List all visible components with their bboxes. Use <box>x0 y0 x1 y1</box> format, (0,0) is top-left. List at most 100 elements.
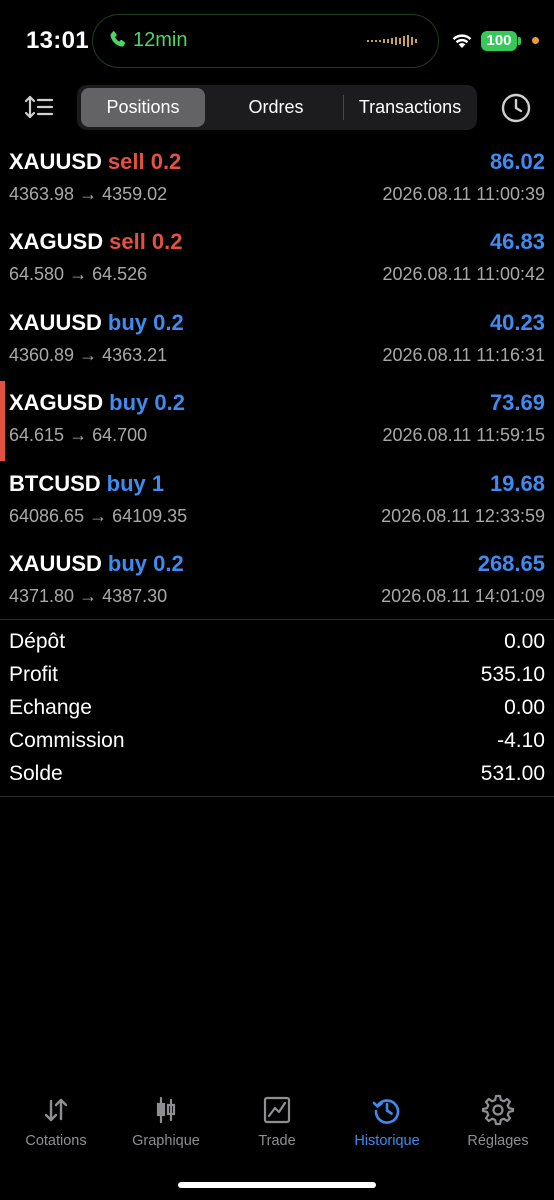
trade-direction: buy 0.2 <box>109 390 185 416</box>
status-bar: 13:01 12min 100 <box>0 0 554 80</box>
summary-row-depot: Dépôt 0.00 <box>0 626 554 659</box>
open-price: 64086.65 <box>9 505 85 526</box>
summary-label: Echange <box>9 696 92 719</box>
divider <box>0 796 554 797</box>
trade-datetime: 2026.08.11 11:00:42 <box>382 264 545 285</box>
summary-label: Solde <box>9 762 63 785</box>
summary-label: Dépôt <box>9 630 66 653</box>
clock-icon[interactable] <box>500 92 532 124</box>
arrow-glyph: → <box>79 585 98 606</box>
tab-label: Historique <box>354 1133 420 1149</box>
tab-graphique[interactable]: Graphique <box>111 1088 221 1149</box>
trade-profit: 86.02 <box>489 149 545 174</box>
summary-row-solde: Solde 531.00 <box>0 758 554 791</box>
battery-indicator: 100 <box>481 31 517 51</box>
audio-waveform-icon <box>367 35 417 47</box>
trade-row[interactable]: XAUUSD buy 0.2 40.23 4360.89 → 4363.21 20… <box>0 301 554 381</box>
trade-row[interactable]: XAGUSD buy 0.2 73.69 64.615 → 64.700 2026… <box>0 381 554 462</box>
trade-direction: sell 0.2 <box>109 229 183 255</box>
privacy-indicator-dot <box>532 37 539 44</box>
open-price: 64.615 <box>9 425 65 446</box>
trade-title: XAGUSD sell 0.2 <box>9 229 183 255</box>
close-price: 4359.02 <box>102 184 168 204</box>
trade-prices: 4360.89 → 4363.21 <box>9 345 167 366</box>
trade-prices: 4371.80 → 4387.30 <box>9 586 167 607</box>
tab-reglages[interactable]: Réglages <box>443 1088 553 1149</box>
trade-profit: 73.69 <box>489 390 545 416</box>
arrow-glyph: → <box>79 184 98 204</box>
arrow-glyph: → <box>79 344 98 365</box>
trade-symbol: XAGUSD <box>9 390 104 416</box>
close-price: 4363.21 <box>102 344 168 365</box>
trade-title: XAGUSD buy 0.2 <box>9 390 185 416</box>
tab-label: Trade <box>258 1133 296 1149</box>
trade-symbol: XAUUSD <box>9 309 102 335</box>
trade-list: XAUUSD sell 0.2 86.02 4363.98 → 4359.02 2… <box>0 140 554 622</box>
trade-profit: 46.83 <box>489 229 545 255</box>
trade-datetime: 2026.08.11 11:00:39 <box>382 184 545 204</box>
trade-title: XAUUSD sell 0.2 <box>9 149 181 175</box>
open-price: 4363.98 <box>9 184 75 204</box>
trade-row[interactable]: XAGUSD sell 0.2 46.83 64.580 → 64.526 202… <box>0 220 554 300</box>
trade-direction: buy 0.2 <box>107 550 184 576</box>
trade-datetime: 2026.08.11 11:16:31 <box>382 344 545 365</box>
status-time: 13:01 <box>26 27 89 54</box>
tab-label: Réglages <box>467 1133 529 1149</box>
arrow-glyph: → <box>69 425 88 446</box>
app-screen: 13:01 12min 100 Positions Ordres Transac… <box>0 0 554 1200</box>
wifi-icon <box>452 34 472 48</box>
trade-prices: 64.615 → 64.700 <box>9 425 147 446</box>
close-price: 64109.35 <box>112 505 188 526</box>
tab-transactions[interactable]: Transactions <box>345 88 475 127</box>
summary-row-profit: Profit 535.10 <box>0 659 554 692</box>
segment-divider <box>343 95 344 120</box>
trade-title: XAUUSD buy 0.2 <box>9 551 184 577</box>
summary-value: 0.00 <box>504 630 545 653</box>
call-duration: 12min <box>133 29 188 51</box>
tab-label: Graphique <box>132 1133 200 1149</box>
trade-direction: sell 0.2 <box>107 149 182 174</box>
trade-symbol: BTCUSD <box>9 470 101 496</box>
arrows-updown-icon <box>44 1098 68 1122</box>
trade-direction: buy 0.2 <box>107 309 184 335</box>
summary-value: 531.00 <box>480 762 545 785</box>
summary-value: -4.10 <box>497 729 545 752</box>
trade-prices: 4363.98 → 4359.02 <box>9 184 167 205</box>
trade-chart-icon <box>263 1096 291 1124</box>
tab-historique[interactable]: Historique <box>332 1088 442 1149</box>
open-price: 4360.89 <box>9 344 75 365</box>
tab-ordres[interactable]: Ordres <box>211 88 341 127</box>
trade-prices: 64086.65 → 64109.35 <box>9 506 187 527</box>
battery-tip <box>518 37 521 45</box>
arrow-glyph: → <box>69 264 88 285</box>
tab-positions[interactable]: Positions <box>81 88 205 127</box>
home-indicator[interactable] <box>178 1182 376 1188</box>
trade-profit: 268.65 <box>477 550 545 576</box>
trade-datetime: 2026.08.11 12:33:59 <box>381 505 545 526</box>
selected-row-marker <box>0 381 5 462</box>
summary-row-commission: Commission -4.10 <box>0 725 554 758</box>
history-icon <box>372 1099 400 1124</box>
arrow-glyph: → <box>89 505 108 526</box>
tab-trade[interactable]: Trade <box>222 1088 332 1149</box>
call-indicator[interactable]: 12min <box>92 14 439 68</box>
trade-datetime: 2026.08.11 11:59:15 <box>382 425 545 446</box>
trade-symbol: XAGUSD <box>9 229 104 255</box>
sort-icon[interactable] <box>24 94 54 120</box>
summary-value: 0.00 <box>504 696 545 719</box>
trade-prices: 64.580 → 64.526 <box>9 264 147 285</box>
trade-row[interactable]: BTCUSD buy 1 19.68 64086.65 → 64109.35 20… <box>0 462 554 542</box>
gear-icon <box>482 1094 514 1126</box>
account-summary: Dépôt 0.00 Profit 535.10 Echange 0.00 Co… <box>0 626 554 791</box>
tab-label: Cotations <box>25 1133 87 1149</box>
open-price: 4371.80 <box>9 585 75 606</box>
trade-row[interactable]: XAUUSD sell 0.2 86.02 4363.98 → 4359.02 2… <box>0 140 554 220</box>
trade-row[interactable]: XAUUSD buy 0.2 268.65 4371.80 → 4387.30 2… <box>0 542 554 622</box>
trade-title: BTCUSD buy 1 <box>9 471 164 497</box>
summary-row-echange: Echange 0.00 <box>0 692 554 725</box>
close-price: 64.526 <box>92 264 148 285</box>
trade-title: XAUUSD buy 0.2 <box>9 310 184 336</box>
close-price: 4387.30 <box>102 585 168 606</box>
trade-direction: buy 1 <box>106 470 165 496</box>
tab-cotations[interactable]: Cotations <box>1 1088 111 1149</box>
